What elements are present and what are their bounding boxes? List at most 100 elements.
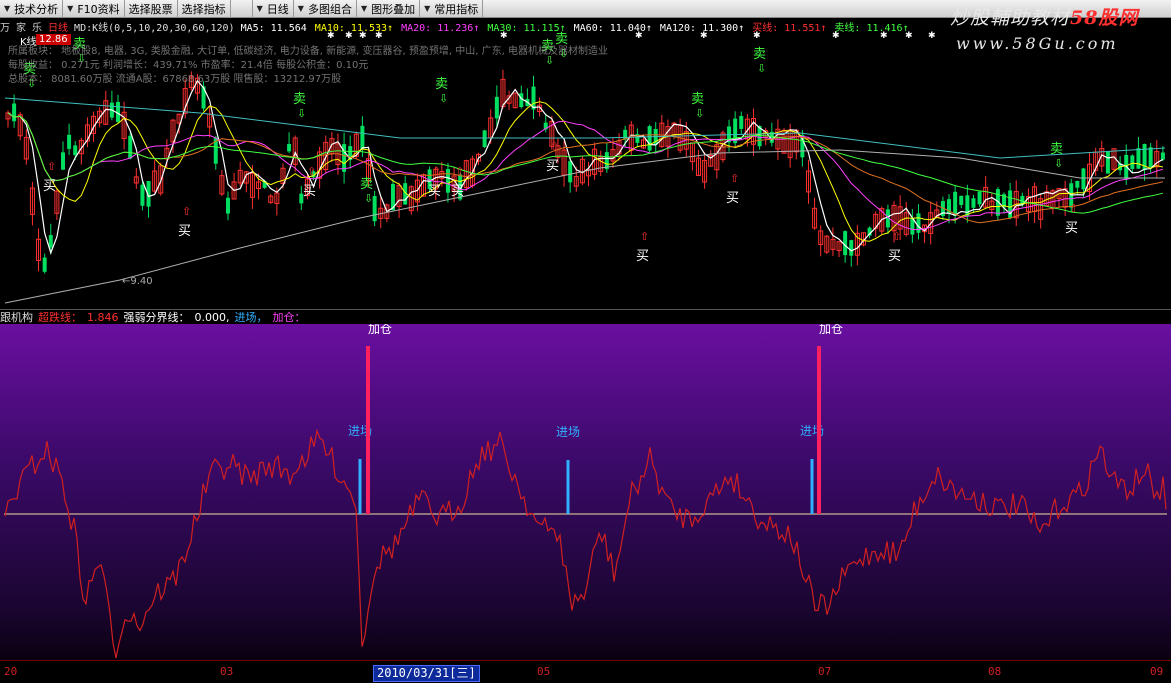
buy-arrow-icon: ⇧: [640, 230, 649, 243]
dropdown-arrow-icon: ▼: [67, 4, 74, 13]
sell-signal: 卖: [293, 92, 306, 107]
indicator-chart[interactable]: 进场 进场 进场加仓 加仓: [0, 324, 1171, 660]
dropdown-arrow-icon: ▼: [297, 4, 304, 13]
buy-arrow-icon: ⇧: [892, 230, 901, 243]
candle-down: [360, 125, 365, 150]
low-price-label: ←9.40: [122, 276, 153, 287]
sell-arrow-icon: ⇩: [695, 107, 704, 120]
candle-down: [42, 257, 47, 272]
candle-down: [568, 161, 573, 183]
sell-arrow-icon: ⇩: [439, 92, 448, 105]
star-marker-icon: ✱: [635, 31, 643, 41]
date-tick: 09: [1150, 665, 1164, 678]
candle-down: [1081, 168, 1086, 190]
common-indicator-menu[interactable]: ▼ 常用指标: [420, 0, 484, 18]
indicator-name[interactable]: 跟机构: [0, 309, 33, 325]
entry-bar: [566, 460, 570, 514]
candle-down: [739, 115, 744, 129]
dropdown-arrow-icon: ▼: [424, 4, 431, 13]
candle-down: [494, 96, 499, 119]
candle-down: [849, 240, 854, 256]
divider-value: 0.000,: [194, 310, 230, 324]
entry-label: 进场: [556, 425, 580, 439]
buy-arrow-icon: ⇧: [455, 165, 464, 178]
candle-down: [971, 198, 976, 208]
select-stock-button[interactable]: 选择股票: [125, 0, 178, 18]
watermark-logo: 炒股輔助教材58股网 www.58Gu.com: [950, 3, 1165, 61]
star-marker-icon: ✱: [880, 31, 888, 41]
candle-down: [1130, 155, 1135, 169]
period-menu[interactable]: ▼ 日线: [253, 0, 294, 18]
candle-down: [482, 130, 487, 147]
star-marker-icon: ✱: [700, 31, 708, 41]
buy-arrow-icon: ⇧: [182, 205, 191, 218]
buy-arrow-icon: ⇧: [1069, 202, 1078, 215]
sell-arrow-icon: ⇩: [757, 62, 766, 75]
add-position-bar: [817, 346, 821, 514]
tech-analysis-menu[interactable]: ▼ 技术分析: [0, 0, 64, 18]
candle-down: [287, 144, 292, 152]
buy-signal: 买: [726, 191, 739, 206]
star-marker-icon: ✱: [928, 31, 936, 41]
date-tick: 07: [818, 665, 832, 678]
add-position-label: 加仓：: [272, 311, 306, 324]
oversold-value: 1.846: [87, 310, 119, 324]
sell-signal: 卖: [1050, 142, 1063, 157]
candle-down: [647, 126, 652, 151]
candle-down: [372, 196, 377, 222]
toolbar-gap-1: [231, 0, 253, 18]
f10-menu[interactable]: ▼ F10资料: [63, 0, 125, 18]
buy-signal: 买: [546, 159, 559, 174]
candle-down: [67, 134, 72, 149]
candle-down: [12, 103, 17, 122]
buy-signal: 买: [451, 184, 464, 199]
sell-arrow-icon: ⇩: [297, 107, 306, 120]
candle-down: [953, 191, 958, 216]
buy-signal: 买: [428, 184, 441, 199]
candle-down: [445, 168, 450, 193]
dropdown-arrow-icon: ▼: [4, 4, 11, 13]
date-cursor-label: 2010/03/31[三]: [373, 665, 480, 682]
info-line-shares: 总股本： 8081.60万股 流通A股：67868.63万股 限售股：13212…: [8, 74, 342, 85]
candle-down: [1136, 148, 1141, 169]
date-tick: 08: [988, 665, 1002, 678]
candle-down: [225, 197, 230, 214]
watermark-brand: 58股网: [1070, 7, 1139, 29]
oversold-line: [4, 428, 1167, 659]
info-line-eps: 每股收益： 0.271元 利润增长：439.71% 市盈率：21.4倍 每股公积…: [8, 60, 369, 71]
sell-arrow-icon: ⇩: [1054, 157, 1063, 170]
candle-down: [1148, 147, 1153, 167]
select-indicator-button[interactable]: 选择指标: [178, 0, 231, 18]
entry-bar: [810, 459, 814, 514]
entry-bar: [358, 459, 362, 514]
date-axis: 20 03 05 07 08 09: [0, 660, 1171, 683]
multi-chart-menu[interactable]: ▼ 多图组合: [294, 0, 357, 18]
add-position-label: 加仓: [368, 324, 392, 336]
star-marker-icon: ✱: [753, 31, 761, 41]
overlay-menu[interactable]: ▼ 图形叠加: [357, 0, 421, 18]
candle-down: [60, 152, 65, 170]
buy-arrow-icon: ⇧: [432, 165, 441, 178]
watermark-url: www.58Gu.com: [956, 34, 1119, 53]
buy-signal: 买: [888, 249, 901, 264]
buy-signal: 买: [636, 249, 649, 264]
info-line-sector: 所属板块： 地板股8, 电器, 3G, 类股金融, 大订单, 低碳经济, 电力设…: [8, 46, 608, 57]
candle-down: [965, 195, 970, 216]
star-marker-icon: ✱: [905, 31, 913, 41]
watermark-text: 炒股輔助教材: [950, 7, 1071, 29]
star-marker-icon: ✱: [832, 31, 840, 41]
buy-arrow-icon: ⇧: [550, 140, 559, 153]
candle-down: [73, 145, 78, 156]
entry-label: 进场，: [234, 311, 268, 324]
buy-arrow-icon: ⇧: [47, 160, 56, 173]
candle-down: [140, 184, 145, 206]
divider-label: 强弱分界线：: [123, 311, 190, 324]
buy-signal: 买: [178, 224, 191, 239]
stock-info-overlay: 所属板块： 地板股8, 电器, 3G, 类股金融, 大订单, 低碳经济, 电力设…: [8, 32, 608, 87]
candle-down: [1075, 180, 1080, 188]
candle-down: [1105, 151, 1110, 174]
buy-signal: 买: [1065, 221, 1078, 236]
buy-arrow-icon: ⇧: [730, 172, 739, 185]
add-position-bar: [366, 346, 370, 514]
buy-signal: 买: [303, 184, 316, 199]
